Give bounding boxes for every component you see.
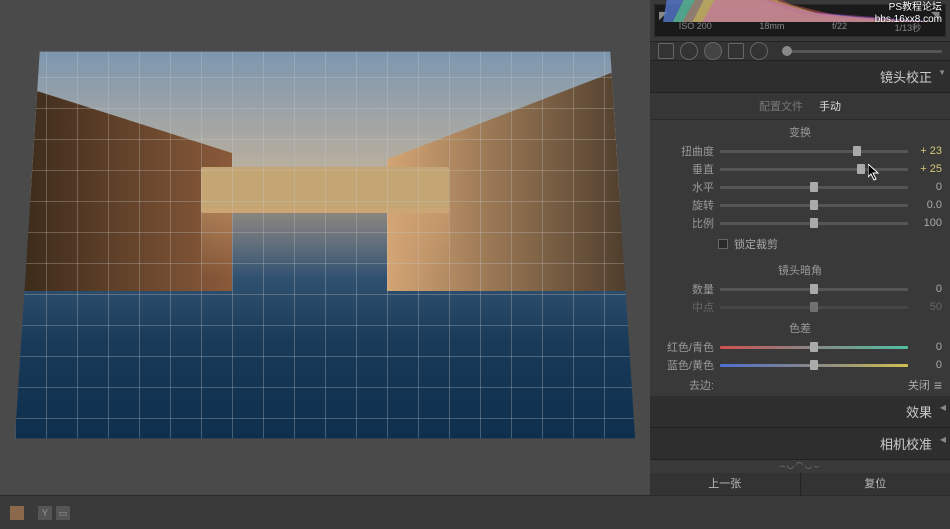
chromatic-section-title: 色差: [650, 316, 950, 338]
horizontal-slider[interactable]: [720, 186, 908, 189]
exif-iso: ISO 200: [679, 21, 712, 34]
defringe-dropdown[interactable]: 关闭 ≡: [908, 377, 942, 393]
lens-correction-header[interactable]: 镜头校正: [650, 61, 950, 93]
blue-yellow-value[interactable]: 0: [908, 359, 942, 371]
distortion-slider[interactable]: [720, 150, 908, 153]
crop-tool-icon[interactable]: [658, 43, 674, 59]
blue-yellow-row: 蓝色/黄色 0: [650, 356, 950, 374]
dropdown-icon: ≡: [934, 381, 942, 389]
constrain-crop-row: 锁定裁剪: [650, 232, 950, 258]
effects-header[interactable]: 效果: [650, 396, 950, 428]
develop-panel: ◤ ◥ ISO 200 18mm f/22 1/13秒: [650, 0, 950, 495]
vertical-label: 垂直: [658, 161, 720, 177]
tool-size-slider[interactable]: [782, 50, 942, 53]
vignette-amount-slider[interactable]: [720, 288, 908, 291]
constrain-crop-label: 锁定裁剪: [734, 236, 778, 252]
horizontal-label: 水平: [658, 179, 720, 195]
horizontal-value[interactable]: 0: [908, 181, 942, 193]
red-cyan-slider[interactable]: [720, 346, 908, 349]
vignette-midpoint-label: 中点: [658, 299, 720, 315]
tab-manual[interactable]: 手动: [819, 98, 841, 114]
vignette-midpoint-value[interactable]: 50: [908, 301, 942, 313]
vignette-midpoint-slider[interactable]: [720, 306, 908, 309]
red-cyan-row: 红色/青色 0: [650, 338, 950, 356]
scale-slider-row: 比例 100: [650, 214, 950, 232]
blue-yellow-slider[interactable]: [720, 364, 908, 367]
blue-yellow-label: 蓝色/黄色: [658, 357, 720, 373]
red-cyan-value[interactable]: 0: [908, 341, 942, 353]
bottom-nav: 上一张 复位: [650, 473, 950, 495]
tool-strip: [650, 41, 950, 61]
distortion-slider-row: 扭曲度 + 23: [650, 142, 950, 160]
footer-swatch[interactable]: [10, 506, 24, 520]
image-preview-area[interactable]: [0, 0, 650, 495]
vertical-value[interactable]: + 25: [908, 163, 942, 175]
vertical-slider[interactable]: [720, 168, 908, 171]
vignette-section-title: 镜头暗角: [650, 258, 950, 280]
horizontal-slider-row: 水平 0: [650, 178, 950, 196]
exif-focal: 18mm: [759, 21, 784, 34]
vignette-midpoint-row: 中点 50: [650, 298, 950, 316]
spot-tool-icon[interactable]: [680, 42, 698, 60]
watermark: PS教程论坛 bbs.16xx8.com: [875, 2, 942, 26]
brush-tool-icon[interactable]: [750, 42, 768, 60]
ornament: ⌢◡◠◡⌣: [650, 460, 950, 473]
grad-filter-tool-icon[interactable]: [728, 43, 744, 59]
scale-slider[interactable]: [720, 222, 908, 225]
redeye-tool-icon[interactable]: [704, 42, 722, 60]
rotate-slider[interactable]: [720, 204, 908, 207]
vignette-amount-value[interactable]: 0: [908, 283, 942, 295]
camera-calibration-header[interactable]: 相机校准: [650, 428, 950, 460]
scale-value[interactable]: 100: [908, 217, 942, 229]
vertical-slider-row: 垂直 + 25: [650, 160, 950, 178]
red-cyan-label: 红色/青色: [658, 339, 720, 355]
vignette-amount-row: 数量 0: [650, 280, 950, 298]
distortion-label: 扭曲度: [658, 143, 720, 159]
tab-profile[interactable]: 配置文件: [759, 98, 803, 114]
vignette-amount-label: 数量: [658, 281, 720, 297]
defringe-row: 去边: 关闭 ≡: [650, 374, 950, 396]
defringe-label: 去边:: [658, 377, 720, 393]
transform-section-title: 变换: [650, 120, 950, 142]
footer-compare-button[interactable]: ▭: [56, 506, 70, 520]
image-preview: [15, 15, 635, 475]
rotate-label: 旋转: [658, 197, 720, 213]
scale-label: 比例: [658, 215, 720, 231]
constrain-crop-checkbox[interactable]: [718, 239, 728, 249]
footer-bar: Y ▭: [0, 495, 950, 529]
exif-aperture: f/22: [832, 21, 847, 34]
distortion-value[interactable]: + 23: [908, 145, 942, 157]
reset-button[interactable]: 复位: [801, 473, 950, 495]
footer-y-button[interactable]: Y: [38, 506, 52, 520]
prev-button[interactable]: 上一张: [650, 473, 801, 495]
rotate-value[interactable]: 0.0: [908, 199, 942, 211]
lens-correction-tabs: 配置文件 手动: [650, 93, 950, 120]
main-layout: ◤ ◥ ISO 200 18mm f/22 1/13秒: [0, 0, 950, 495]
rotate-slider-row: 旋转 0.0: [650, 196, 950, 214]
